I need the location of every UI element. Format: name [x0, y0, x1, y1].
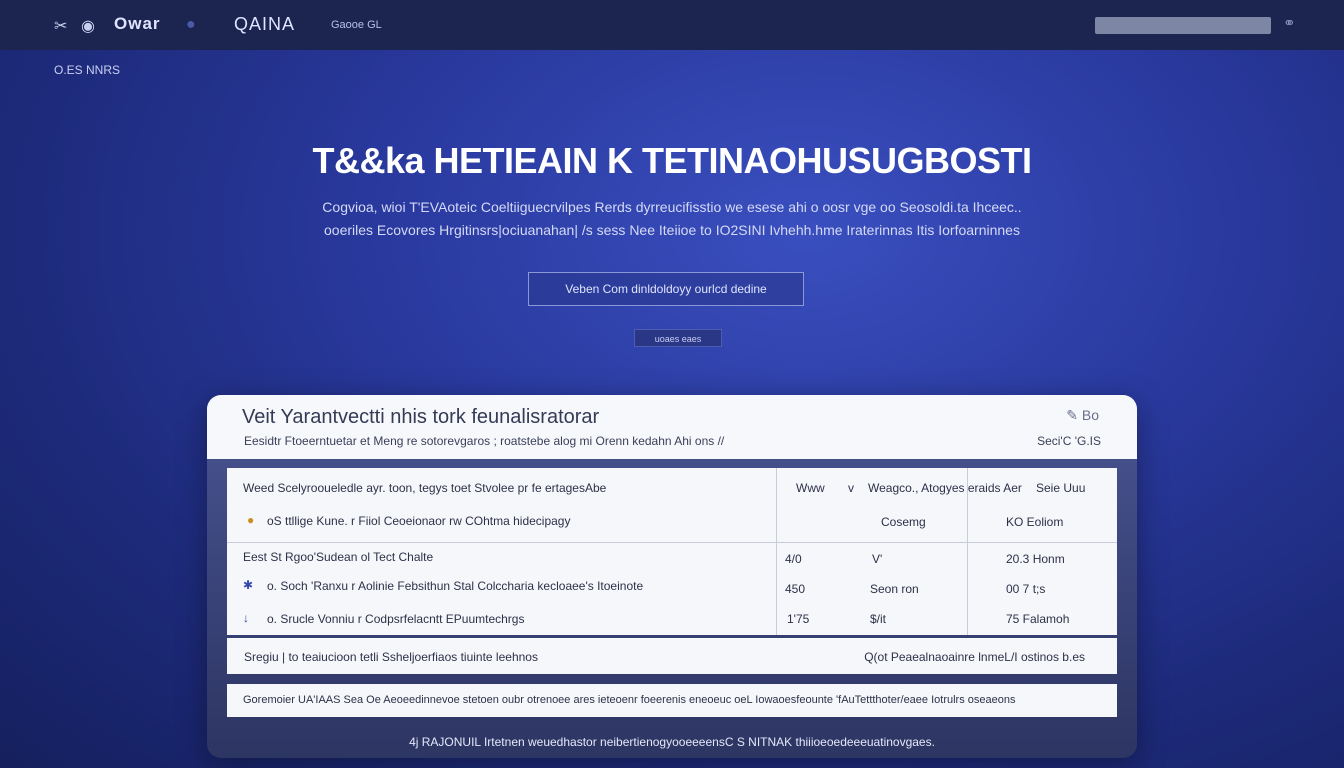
- card-description: Eesidtr Ftoeerntuetar et Meng re sotorev…: [244, 434, 725, 448]
- table-cell[interactable]: oS ttllige Kune. r Fiiol Ceoeionaor rw C…: [267, 514, 570, 528]
- table-cell: 450: [785, 582, 806, 596]
- table-cell: Seon ron: [870, 582, 919, 596]
- section-pill[interactable]: uoaes eaes: [634, 329, 722, 347]
- hero-subtitle-line-1: Cogvioa, wioi T'EVAoteic Coeltiiguecrvil…: [322, 199, 1022, 215]
- data-table: Weed Scelyrooueledle ayr. toon, tegys to…: [227, 468, 1117, 635]
- nav-link[interactable]: Gaooe GL: [331, 19, 382, 31]
- breadcrumb[interactable]: O.ES NNRS: [54, 63, 120, 77]
- card-footnote: 4j RAJONUIL Irtetnen weuedhastor neibert…: [409, 735, 935, 749]
- summary-left: Sregiu | to teaiucioon tetli Ssheljoerfi…: [244, 650, 538, 664]
- table-header-cell: Weagco., Atogyes eraids Aer: [868, 481, 1022, 495]
- table-cell: 00 7 t;s: [1006, 582, 1046, 596]
- card-meta: Seci'C 'G.IS: [1037, 434, 1101, 448]
- card-header: Veit Yarantvectti nhis tork feunalisrato…: [207, 395, 1137, 459]
- column-divider: [776, 468, 777, 635]
- summary-right[interactable]: Q(ot Peaealnaoainre lnmeL/I ostinos b.es: [864, 650, 1085, 664]
- status-marker: ↓: [243, 611, 249, 625]
- search-input[interactable]: [1095, 17, 1271, 34]
- table-header-cell: Weed Scelyrooueledle ayr. toon, tegys to…: [243, 481, 607, 495]
- tools-icon[interactable]: ✂: [54, 16, 67, 36]
- table-header-cell: Www: [796, 481, 825, 495]
- row-divider: [227, 542, 1117, 543]
- card-title: Veit Yarantvectti nhis tork feunalisrato…: [242, 406, 600, 428]
- table-cell: 4/0: [785, 552, 802, 566]
- logo[interactable]: Owar: [114, 14, 161, 34]
- brand-name[interactable]: QAINA: [234, 14, 295, 35]
- edit-icon[interactable]: ✎ Bo: [1066, 407, 1099, 424]
- dot-icon[interactable]: ●: [186, 16, 196, 34]
- table-cell: 75 Falamoh: [1006, 612, 1070, 626]
- top-navigation-bar: ✂ ◉ Owar ● QAINA Gaooe GL ⚭: [0, 0, 1344, 50]
- status-marker: ●: [247, 513, 255, 527]
- table-cell: $/it: [870, 612, 887, 626]
- hero-subtitle-line-2: ooeriles Ecovores Hrgitinsrs|ociuanahan|…: [324, 222, 1020, 238]
- table-cell[interactable]: o. Soch 'Ranxu r Aolinie Febsithun Stal …: [267, 579, 643, 593]
- content-card: Veit Yarantvectti nhis tork feunalisrato…: [207, 395, 1137, 758]
- table-cell: Cosemg: [881, 515, 926, 529]
- globe-icon[interactable]: ◉: [81, 16, 95, 36]
- table-header-cell: Seie Uuu: [1036, 481, 1086, 495]
- table-cell: V': [872, 552, 883, 566]
- table-cell: KO Eoliom: [1006, 515, 1064, 529]
- status-marker: ✱: [243, 578, 254, 592]
- table-header-cell: v: [848, 481, 854, 495]
- table-group-label: Eest St Rgoo'Sudean ol Tect Chalte: [243, 550, 434, 564]
- cta-button[interactable]: Veben Com dinldoldoyy ourlcd dedine: [528, 272, 804, 306]
- table-cell[interactable]: o. Srucle Vonniu r Codpsrfelacntt EPuumt…: [267, 612, 524, 626]
- table-cell: 20.3 Honm: [1006, 552, 1065, 566]
- hero-title: T&&ka HETIEAIN K TETINAOHUSUGBOSTI: [312, 140, 1032, 181]
- table-cell: 1'75: [787, 612, 810, 626]
- info-text: Goremoier UA'IAAS Sea Oe Aeoeedinnevoe s…: [243, 694, 1016, 706]
- info-bar: Goremoier UA'IAAS Sea Oe Aeoeedinnevoe s…: [227, 684, 1117, 717]
- summary-bar: Sregiu | to teaiucioon tetli Ssheljoerfi…: [227, 638, 1117, 674]
- user-icon[interactable]: ⚭: [1283, 14, 1296, 32]
